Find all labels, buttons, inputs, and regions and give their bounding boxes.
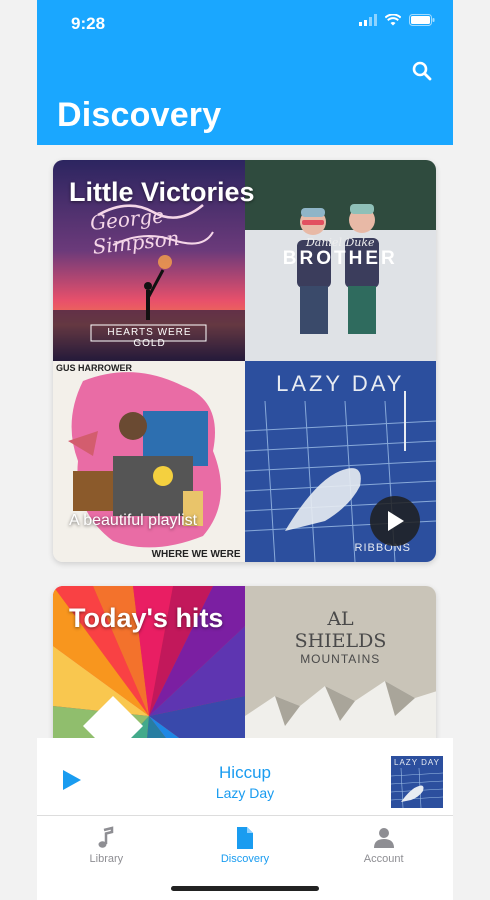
header: 9:28 Discovery [37,0,453,145]
play-playlist-button[interactable] [370,496,420,546]
album-artist: AL SHIELDS [294,608,387,652]
album-cover: Daniel Duke BROTHER [244,160,436,361]
playlist-title: Little Victories [69,177,255,207]
page-title: Discovery [57,96,222,134]
album-name: LAZY DAY [276,371,405,396]
playlist-title: Today's hits [69,603,224,633]
document-icon [237,827,253,849]
playlist-card[interactable]: AL SHIELDS MOUNTAINS Today's hits [53,586,436,738]
album-cover: AL SHIELDS MOUNTAINS [244,586,436,738]
album-artist: GUS HARROWER [56,363,132,373]
search-icon[interactable] [411,60,433,82]
status-time: 9:28 [71,14,106,33]
play-icon [388,511,404,531]
album-name: WHERE WE WERE [151,549,241,560]
album-name: MOUNTAINS [300,652,381,666]
home-indicator [171,886,319,891]
signal-icon [359,14,377,26]
artwork-label: LAZY DAY [394,758,440,767]
battery-icon [409,14,435,26]
music-note-icon [98,826,114,848]
now-playing-artwork[interactable]: LAZY DAY [391,756,443,808]
album-cover: GUS HARROWER WHERE WE WERE [53,361,245,562]
status-icons [359,14,435,26]
playlist-subtitle: A beautiful playlist [69,512,198,529]
tab-account-label: Account [363,853,404,865]
tab-library-label: Library [89,853,124,865]
app-screen: 9:28 Discovery George Simpson HEARTS WER… [0,0,490,900]
tab-library[interactable]: Library [37,816,176,900]
mini-player[interactable]: Hiccup Lazy Day LAZY DAY [37,738,453,816]
tab-account[interactable]: Account [314,816,453,900]
album-name: HEARTS WERE GOLD [107,327,192,349]
album-name: BROTHER [282,248,398,269]
playlist-card[interactable]: George Simpson HEARTS WERE GOLD Daniel D… [53,160,436,562]
tab-discovery-label: Discovery [220,853,270,865]
person-icon [373,828,394,848]
playlist-feed[interactable]: George Simpson HEARTS WERE GOLD Daniel D… [37,145,453,738]
wifi-icon [385,14,401,26]
